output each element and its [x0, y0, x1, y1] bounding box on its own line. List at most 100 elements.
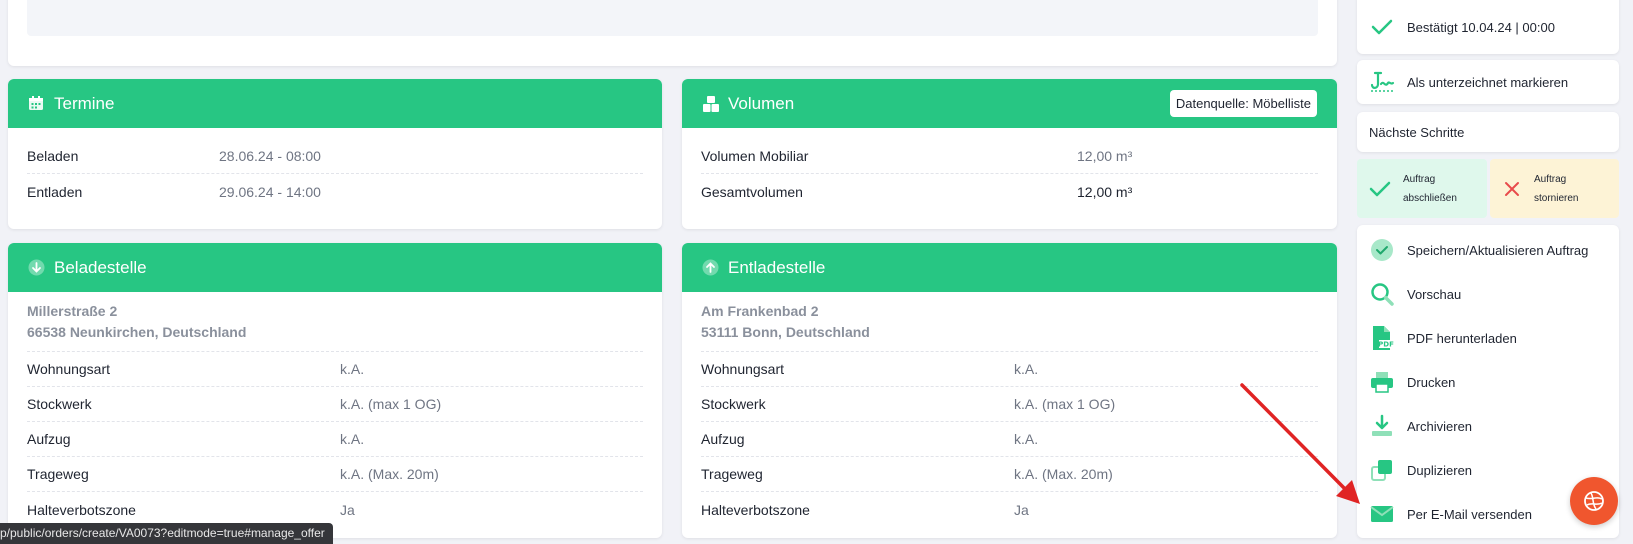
- table-row: Wohnungsart k.A.: [701, 352, 1318, 387]
- confirmed-label: Bestätigt 10.04.24 | 00:00: [1407, 19, 1555, 35]
- mark-signed-label: Als unterzeichnet markieren: [1407, 74, 1569, 90]
- magnifier-icon: [1369, 281, 1395, 307]
- table-row: Beladen 28.06.24 - 08:00: [27, 139, 643, 174]
- next-steps-label: Nächste Schritte: [1369, 124, 1465, 140]
- row-label: Wohnungsart: [701, 361, 785, 377]
- row-value: 12,00 m³: [1077, 148, 1133, 164]
- table-row: Volumen Mobiliar 12,00 m³: [701, 139, 1318, 174]
- check-icon: [1369, 180, 1391, 198]
- volumen-title: Volumen: [728, 93, 795, 113]
- arrow-down-circle-icon: [28, 259, 46, 277]
- row-label: Halteverbotszone: [27, 501, 136, 518]
- termine-header: Termine: [8, 79, 662, 128]
- volumen-card: Volumen Datenquelle: Möbelliste Volumen …: [682, 79, 1337, 229]
- row-label: Gesamtvolumen: [701, 183, 803, 200]
- archive-button[interactable]: Archivieren: [1357, 404, 1619, 448]
- row-value: 28.06.24 - 08:00: [219, 148, 321, 164]
- printer-icon: [1369, 369, 1395, 395]
- row-value: Ja: [1014, 501, 1029, 518]
- boxes-icon: [702, 95, 720, 113]
- row-value: k.A.: [1014, 431, 1039, 447]
- entladestelle-header: Entladestelle: [682, 243, 1337, 292]
- address-street: Am Frankenbad 2: [701, 303, 819, 319]
- download-pdf-button[interactable]: PDF PDF herunterladen: [1357, 316, 1619, 360]
- close-icon: [1504, 181, 1520, 197]
- complete-order-button[interactable]: Auftrag abschließen: [1357, 159, 1487, 218]
- action-label: Per E-Mail versenden: [1407, 506, 1532, 522]
- globe-icon: [1583, 490, 1605, 512]
- entladestelle-card: Entladestelle Am Frankenbad 2 53111 Bonn…: [682, 243, 1337, 538]
- browser-status-url: p/public/orders/create/VA0073?editmode=t…: [0, 523, 333, 544]
- table-row: Aufzug k.A.: [701, 422, 1318, 457]
- calendar-icon: [28, 95, 46, 113]
- signature-icon: [1369, 69, 1395, 95]
- row-value: k.A. (Max. 20m): [340, 466, 439, 482]
- table-row: Stockwerk k.A. (max 1 OG): [701, 387, 1318, 422]
- row-value: Ja: [340, 501, 355, 518]
- svg-text:PDF: PDF: [1378, 341, 1394, 349]
- beladestelle-header: Beladestelle: [8, 243, 662, 292]
- check-circle-icon: [1369, 237, 1395, 263]
- complete-order-line2: abschließen: [1403, 192, 1457, 204]
- complete-order-label: Auftrag abschließen: [1403, 170, 1457, 208]
- cancel-order-line1: Auftrag: [1534, 173, 1567, 185]
- mark-signed-button[interactable]: Als unterzeichnet markieren: [1357, 60, 1619, 104]
- action-label: Speichern/Aktualisieren Auftrag: [1407, 242, 1589, 258]
- row-value: k.A.: [340, 431, 365, 447]
- cancel-order-line2: stornieren: [1534, 192, 1579, 204]
- table-row: Trageweg k.A. (Max. 20m): [701, 457, 1318, 492]
- row-label: Wohnungsart: [27, 361, 111, 377]
- data-source-badge[interactable]: Datenquelle: Möbelliste: [1169, 90, 1317, 117]
- action-label: Drucken: [1407, 374, 1456, 390]
- pdf-file-icon: PDF: [1369, 325, 1395, 351]
- table-row: Entladen 29.06.24 - 14:00: [27, 174, 643, 209]
- save-update-order-button[interactable]: Speichern/Aktualisieren Auftrag: [1357, 228, 1619, 272]
- download-icon: [1369, 413, 1395, 439]
- table-row: Trageweg k.A. (Max. 20m): [27, 457, 643, 492]
- address-city: 66538 Neunkirchen, Deutschland: [27, 324, 247, 340]
- action-label: PDF herunterladen: [1407, 330, 1517, 346]
- next-steps-heading: Nächste Schritte: [1357, 112, 1619, 152]
- address-street: Millerstraße 2: [27, 303, 118, 319]
- row-label: Halteverbotszone: [701, 501, 810, 518]
- row-label: Beladen: [27, 148, 79, 164]
- row-label: Trageweg: [27, 466, 89, 482]
- print-button[interactable]: Drucken: [1357, 360, 1619, 404]
- entladestelle-title: Entladestelle: [728, 257, 826, 277]
- address: Millerstraße 2 66538 Neunkirchen, Deutsc…: [27, 292, 643, 352]
- row-label: Volumen Mobiliar: [701, 148, 809, 164]
- address: Am Frankenbad 2 53111 Bonn, Deutschland: [701, 292, 1318, 352]
- row-label: Aufzug: [27, 431, 71, 447]
- table-row: Stockwerk k.A. (max 1 OG): [27, 387, 643, 422]
- termine-title: Termine: [54, 93, 115, 113]
- table-row: Aufzug k.A.: [27, 422, 643, 457]
- row-label: Entladen: [27, 183, 83, 200]
- envelope-icon: [1369, 501, 1395, 527]
- row-value: k.A. (max 1 OG): [340, 396, 442, 412]
- check-icon: [1369, 14, 1395, 40]
- preview-button[interactable]: Vorschau: [1357, 272, 1619, 316]
- row-label: Aufzug: [701, 431, 745, 447]
- volumen-header: Volumen Datenquelle: Möbelliste: [682, 79, 1337, 128]
- confirmed-status: Bestätigt 10.04.24 | 00:00: [1357, 0, 1619, 54]
- row-value: k.A. (max 1 OG): [1014, 396, 1116, 412]
- row-value: k.A.: [1014, 361, 1039, 377]
- row-label: Trageweg: [701, 466, 763, 482]
- table-row: Gesamtvolumen 12,00 m³: [701, 174, 1318, 209]
- action-label: Duplizieren: [1407, 462, 1473, 478]
- cancel-order-button[interactable]: Auftrag stornieren: [1490, 159, 1619, 218]
- table-row: Halteverbotszone Ja: [27, 492, 643, 527]
- help-button[interactable]: [1570, 477, 1618, 525]
- beladestelle-card: Beladestelle Millerstraße 2 66538 Neunki…: [8, 243, 662, 538]
- top-card: [8, 0, 1337, 66]
- cancel-order-label: Auftrag stornieren: [1534, 170, 1578, 208]
- row-value: 12,00 m³: [1077, 183, 1133, 200]
- action-label: Vorschau: [1407, 286, 1462, 302]
- row-label: Stockwerk: [701, 396, 766, 412]
- table-row: Wohnungsart k.A.: [27, 352, 643, 387]
- termine-card: Termine Beladen 28.06.24 - 08:00 Entladen…: [8, 79, 662, 229]
- top-card-placeholder: [27, 0, 1318, 36]
- beladestelle-title: Beladestelle: [54, 257, 147, 277]
- address-city: 53111 Bonn, Deutschland: [701, 324, 870, 340]
- row-value: 29.06.24 - 14:00: [219, 183, 321, 200]
